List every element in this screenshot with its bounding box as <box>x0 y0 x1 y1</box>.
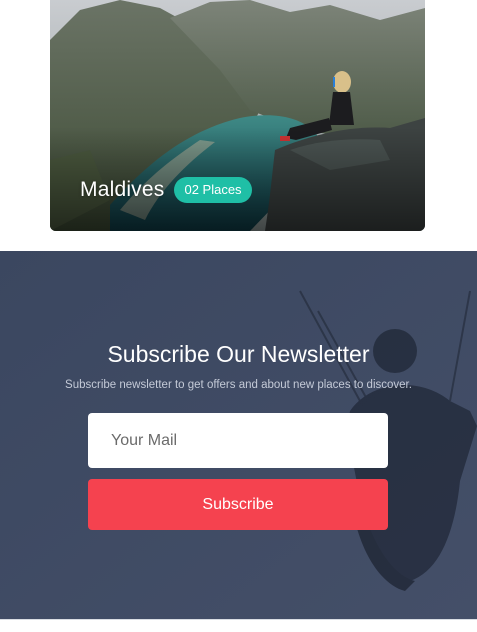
newsletter-section: Subscribe Our Newsletter Subscribe newsl… <box>0 251 477 619</box>
destination-card[interactable]: Maldives 02 Places <box>50 0 425 231</box>
card-title[interactable]: Maldives <box>80 178 164 202</box>
newsletter-subtitle: Subscribe newsletter to get offers and a… <box>65 379 412 391</box>
footer-divider <box>0 619 477 632</box>
newsletter-title: Subscribe Our Newsletter <box>107 341 370 367</box>
places-count-badge: 02 Places <box>174 177 252 203</box>
subscribe-button[interactable]: Subscribe <box>88 479 388 530</box>
email-input[interactable] <box>88 413 388 468</box>
card-caption: Maldives 02 Places <box>80 177 252 203</box>
